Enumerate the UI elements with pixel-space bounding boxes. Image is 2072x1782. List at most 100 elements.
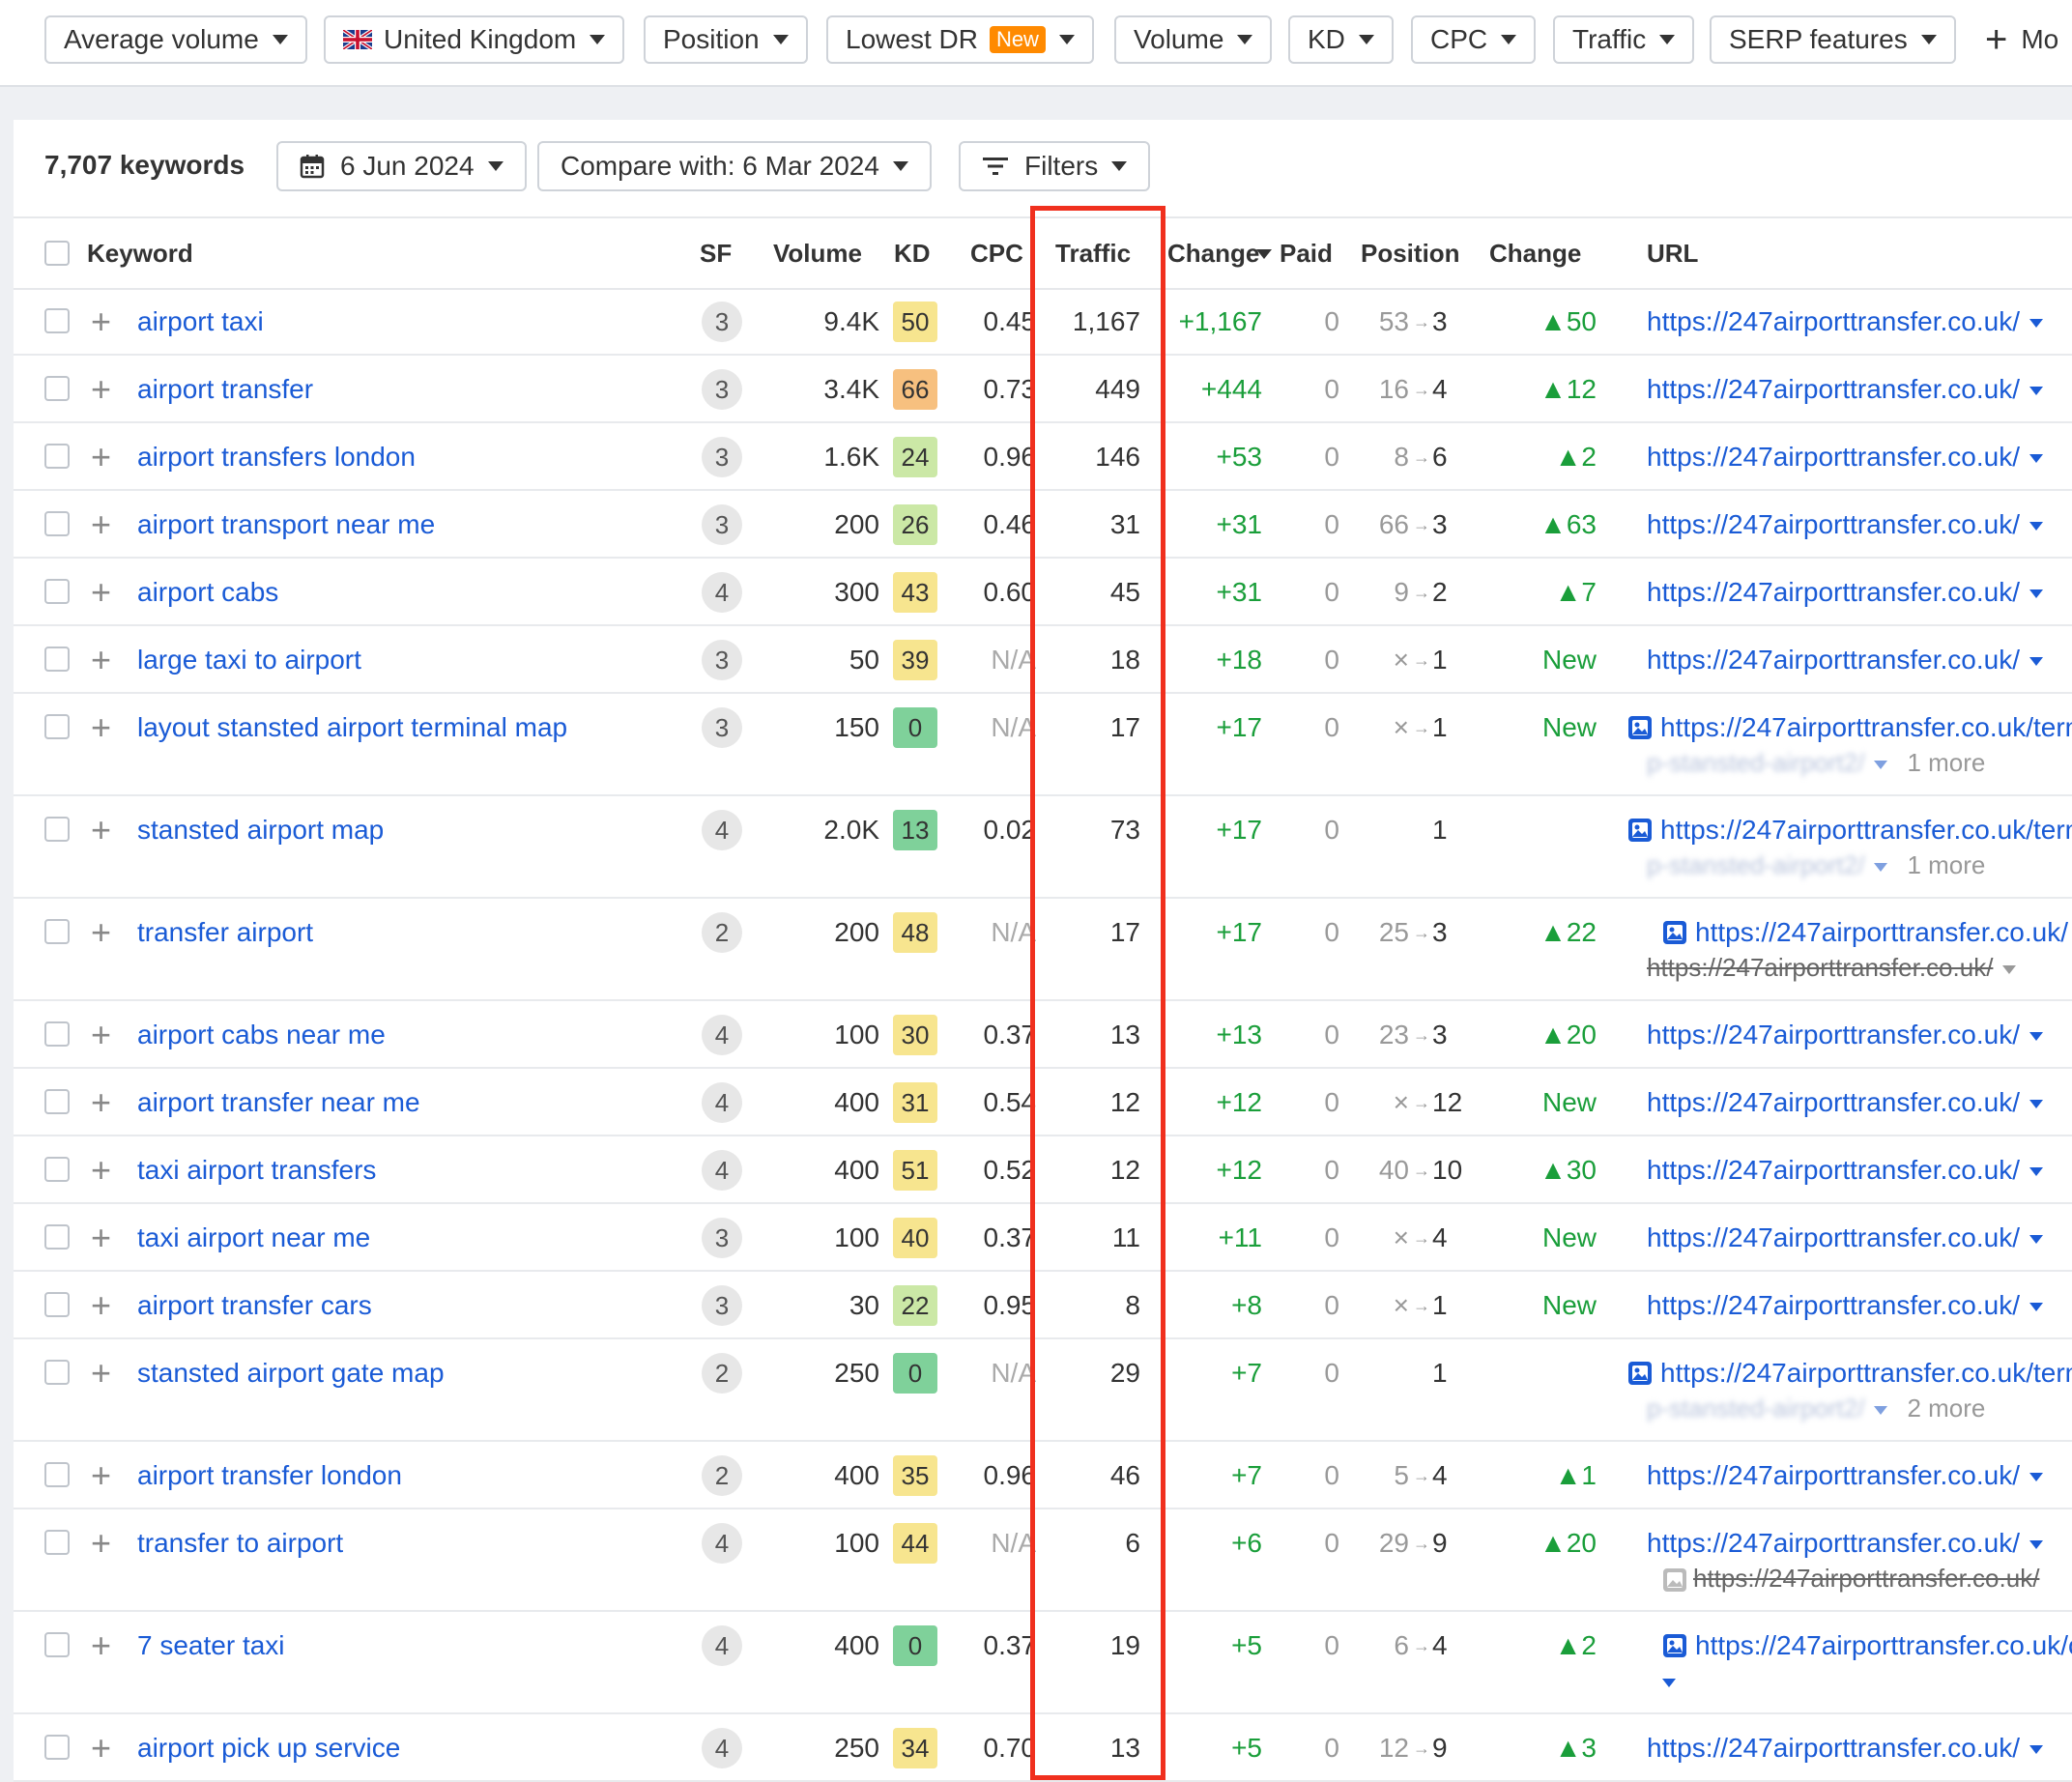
add-keyword-icon[interactable]: + <box>91 1001 111 1069</box>
row-checkbox[interactable] <box>44 308 70 333</box>
serp-features-count[interactable]: 3 <box>702 1218 742 1258</box>
add-keyword-icon[interactable]: + <box>91 423 111 491</box>
ranking-url-link[interactable]: https://247airporttransfer.co.uk/ <box>1647 626 2072 694</box>
add-keyword-icon[interactable]: + <box>91 1612 111 1680</box>
serp-features-count[interactable]: 3 <box>702 707 742 748</box>
ranking-url-link[interactable]: https://247airporttransfer.co.uk/ <box>1647 1714 2072 1782</box>
serp-features-count[interactable]: 4 <box>702 1728 742 1768</box>
row-checkbox[interactable] <box>44 1021 70 1047</box>
column-position[interactable]: Position <box>1361 218 1460 288</box>
lowest-dr-dropdown[interactable]: Lowest DR New <box>826 15 1094 64</box>
add-keyword-icon[interactable]: + <box>91 288 111 356</box>
position-dropdown[interactable]: Position <box>644 15 808 64</box>
column-keyword[interactable]: Keyword <box>87 218 193 288</box>
ranking-url-link[interactable]: https://247airporttransfer.co.uk/ <box>1647 356 2072 423</box>
column-traffic[interactable]: Traffic <box>1055 218 1131 288</box>
kd-dropdown[interactable]: KD <box>1288 15 1394 64</box>
ranking-url-link[interactable]: https://247airporttransfer.co.uk/ <box>1647 288 2072 356</box>
keyword-link[interactable]: airport cabs <box>137 559 278 626</box>
row-checkbox[interactable] <box>44 1530 70 1555</box>
keyword-link[interactable]: airport transfer london <box>137 1442 402 1509</box>
serp-features-count[interactable]: 4 <box>702 572 742 613</box>
row-checkbox[interactable] <box>44 647 70 672</box>
add-keyword-icon[interactable]: + <box>91 1442 111 1509</box>
column-paid[interactable]: Paid <box>1280 218 1333 288</box>
row-checkbox[interactable] <box>44 714 70 739</box>
row-checkbox[interactable] <box>44 1224 70 1250</box>
ranking-url-link[interactable]: https://247airporttransfer.co.uk/ <box>1647 1001 2072 1069</box>
column-volume[interactable]: Volume <box>773 218 862 288</box>
serp-features-count[interactable]: 4 <box>702 1523 742 1564</box>
more-filters-button[interactable]: + Mo <box>1985 15 2058 64</box>
serp-features-count[interactable]: 2 <box>702 912 742 953</box>
ranking-url-link[interactable]: https://247airporttransfer.co.uk/ <box>1647 559 2072 626</box>
add-keyword-icon[interactable]: + <box>91 796 111 864</box>
serp-features-count[interactable]: 3 <box>702 302 742 342</box>
serp-features-count[interactable]: 2 <box>702 1353 742 1394</box>
serp-features-count[interactable]: 2 <box>702 1455 742 1496</box>
cpc-dropdown[interactable]: CPC <box>1411 15 1537 64</box>
ranking-url-link[interactable]: https://247airporttransfer.co.uk/ <box>1647 423 2072 491</box>
row-checkbox[interactable] <box>44 579 70 604</box>
keyword-link[interactable]: stansted airport map <box>137 796 384 864</box>
add-keyword-icon[interactable]: + <box>91 1136 111 1204</box>
add-keyword-icon[interactable]: + <box>91 559 111 626</box>
column-position-change[interactable]: Change <box>1489 218 1581 288</box>
keyword-link[interactable]: stansted airport gate map <box>137 1339 445 1407</box>
ranking-url-link[interactable]: https://247airporttransfer.co.uk/ <box>1647 491 2072 559</box>
ranking-url-link[interactable]: https://247airporttransfer.co.uk/ <box>1647 1136 2072 1204</box>
volume-dropdown[interactable]: Volume <box>1114 15 1273 64</box>
keyword-link[interactable]: airport transfer <box>137 356 313 423</box>
keyword-link[interactable]: airport pick up service <box>137 1714 400 1782</box>
keyword-link[interactable]: taxi airport transfers <box>137 1136 376 1204</box>
row-checkbox[interactable] <box>44 1735 70 1760</box>
serp-features-count[interactable]: 4 <box>702 1082 742 1123</box>
serp-features-dropdown[interactable]: SERP features <box>1710 15 1956 64</box>
row-checkbox[interactable] <box>44 919 70 944</box>
keyword-link[interactable]: transfer to airport <box>137 1509 343 1577</box>
column-kd[interactable]: KD <box>894 218 931 288</box>
ranking-url-link[interactable]: https://247airporttransfer.co.uk/ <box>1647 1272 2072 1339</box>
filters-button[interactable]: Filters <box>959 141 1151 191</box>
row-checkbox[interactable] <box>44 1632 70 1657</box>
serp-features-count[interactable]: 3 <box>702 437 742 477</box>
row-checkbox[interactable] <box>44 1462 70 1487</box>
add-keyword-icon[interactable]: + <box>91 1272 111 1339</box>
ranking-url-link[interactable]: https://247airporttransfer.co.uk/ <box>1647 1204 2072 1272</box>
more-urls-label[interactable]: 1 more <box>1907 850 1985 879</box>
more-urls-label[interactable]: 1 more <box>1907 748 1985 777</box>
add-keyword-icon[interactable]: + <box>91 1509 111 1577</box>
serp-features-count[interactable]: 4 <box>702 1150 742 1191</box>
keyword-link[interactable]: layout stansted airport terminal map <box>137 694 567 762</box>
row-checkbox[interactable] <box>44 1157 70 1182</box>
add-keyword-icon[interactable]: + <box>91 356 111 423</box>
keyword-link[interactable]: airport transfer cars <box>137 1272 372 1339</box>
add-keyword-icon[interactable]: + <box>91 626 111 694</box>
keyword-link[interactable]: 7 seater taxi <box>137 1612 285 1680</box>
column-cpc[interactable]: CPC <box>970 218 1023 288</box>
keyword-link[interactable]: large taxi to airport <box>137 626 361 694</box>
keyword-link[interactable]: airport taxi <box>137 288 264 356</box>
keyword-link[interactable]: airport transfer near me <box>137 1069 420 1136</box>
keyword-link[interactable]: taxi airport near me <box>137 1204 370 1272</box>
serp-features-count[interactable]: 4 <box>702 1015 742 1055</box>
row-checkbox[interactable] <box>44 1360 70 1385</box>
add-keyword-icon[interactable]: + <box>91 1069 111 1136</box>
keyword-link[interactable]: airport transfers london <box>137 423 416 491</box>
url-expand[interactable] <box>1662 1666 1676 1696</box>
row-checkbox[interactable] <box>44 817 70 842</box>
ranking-url-link[interactable]: https://247airporttransfer.co.uk/c <box>1695 1612 2072 1680</box>
serp-features-count[interactable]: 3 <box>702 1285 742 1326</box>
row-checkbox[interactable] <box>44 444 70 469</box>
keyword-link[interactable]: airport transport near me <box>137 491 435 559</box>
serp-features-count[interactable]: 3 <box>702 640 742 680</box>
select-all-checkbox[interactable] <box>44 241 70 266</box>
add-keyword-icon[interactable]: + <box>91 694 111 762</box>
compare-dropdown[interactable]: Compare with: 6 Mar 2024 <box>537 141 932 191</box>
average-volume-dropdown[interactable]: Average volume <box>44 15 307 64</box>
add-keyword-icon[interactable]: + <box>91 1339 111 1407</box>
add-keyword-icon[interactable]: + <box>91 1714 111 1782</box>
keyword-link[interactable]: airport cabs near me <box>137 1001 386 1069</box>
serp-features-count[interactable]: 3 <box>702 369 742 410</box>
more-urls-label[interactable]: 2 more <box>1907 1394 1985 1423</box>
